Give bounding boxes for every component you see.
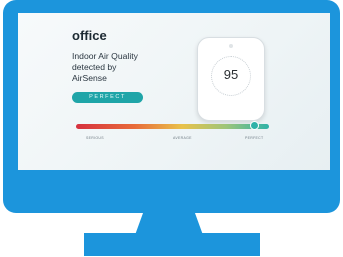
monitor-stand-neck — [135, 212, 203, 234]
gauge-label-perfect: PERFECT — [245, 136, 264, 140]
status-badge: PERFECT — [72, 92, 143, 103]
headline-line-1: Indoor Air Quality — [72, 51, 138, 61]
airsense-device: 95 — [197, 37, 265, 121]
monitor-screen — [18, 13, 330, 170]
gauge-label-serious: SERIOUS — [86, 136, 104, 140]
monitor-illustration: office Indoor Air Quality detected by Ai… — [0, 0, 343, 257]
device-sensor-dot — [229, 44, 233, 48]
gauge-label-average: AVERAGE — [173, 136, 192, 140]
monitor-stand-base — [84, 233, 260, 256]
headline-line-2: detected by — [72, 62, 117, 72]
room-name: office — [72, 28, 107, 43]
air-quality-headline: Indoor Air Quality detected by AirSense — [72, 51, 182, 84]
air-quality-gauge-bar — [76, 124, 269, 129]
air-quality-score: 95 — [223, 67, 239, 82]
monitor-frame — [3, 0, 340, 213]
headline-line-3: AirSense — [72, 73, 107, 83]
